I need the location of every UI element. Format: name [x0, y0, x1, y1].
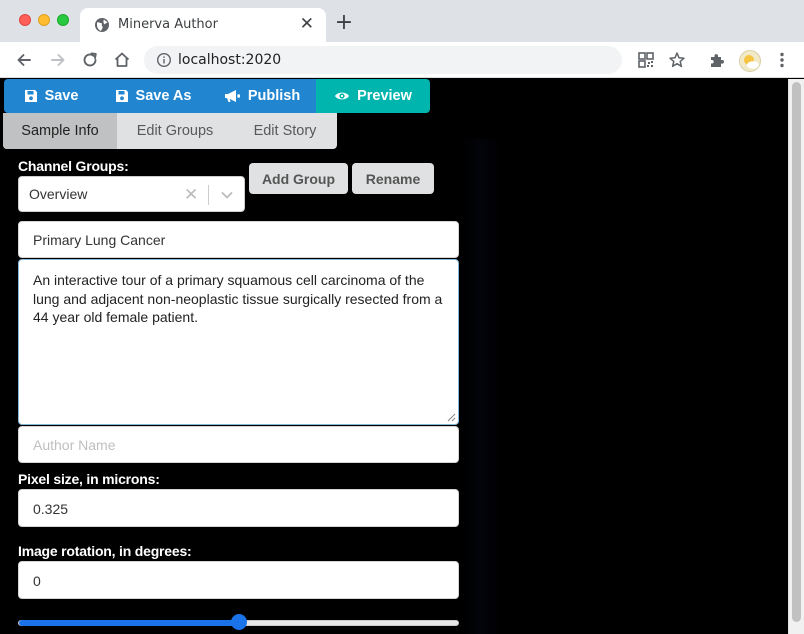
image-rotation-value: 0: [33, 573, 41, 589]
rotation-slider-thumb[interactable]: [230, 614, 247, 630]
globe-icon: [95, 18, 109, 32]
scrollbar-thumb[interactable]: [792, 82, 801, 622]
page-scrollbar[interactable]: [788, 79, 804, 634]
reload-icon[interactable]: [80, 50, 100, 70]
tab-edit-story[interactable]: Edit Story: [233, 113, 337, 149]
author-name-placeholder: Author Name: [33, 437, 116, 453]
star-icon[interactable]: [668, 51, 686, 69]
tab-title: Minerva Author: [118, 17, 218, 32]
rename-button[interactable]: Rename: [352, 163, 434, 194]
save-label: Save: [44, 88, 79, 104]
rotation-slider-fill: [19, 620, 240, 626]
save-button[interactable]: Save: [4, 79, 98, 113]
close-tab-icon[interactable]: ✕: [300, 14, 314, 34]
info-icon[interactable]: [156, 52, 172, 68]
browser-toolbar: localhost:2020: [0, 42, 804, 78]
pixel-size-input[interactable]: 0.325: [18, 489, 459, 527]
pixel-size-value: 0.325: [33, 501, 69, 517]
preview-button[interactable]: Preview: [316, 79, 430, 113]
sample-description-textarea[interactable]: An interactive tour of a primary squamou…: [18, 259, 459, 425]
window-close-button[interactable]: [19, 14, 31, 26]
selected-channel-group: Overview: [29, 186, 88, 202]
action-bar: Save Save As Publish Preview: [4, 79, 430, 113]
save-as-label: Save As: [135, 88, 192, 104]
eye-icon: [335, 92, 350, 100]
bullhorn-icon: [224, 90, 240, 102]
channel-groups-label: Channel Groups:: [18, 158, 129, 174]
minerva-author-app: Save Save As Publish Preview Sample Info…: [0, 79, 804, 634]
publish-label: Publish: [247, 88, 301, 104]
window-maximize-button[interactable]: [57, 14, 69, 26]
channel-group-select[interactable]: Overview ✕: [18, 176, 245, 212]
floppy-disk-icon: [115, 90, 128, 102]
save-as-button[interactable]: Save As: [98, 79, 208, 113]
tab-sample-info[interactable]: Sample Info: [3, 113, 117, 149]
profile-avatar[interactable]: [739, 50, 761, 72]
new-tab-icon[interactable]: +: [334, 10, 354, 35]
sample-title-input[interactable]: Primary Lung Cancer: [18, 221, 459, 258]
back-icon[interactable]: [14, 50, 34, 70]
preview-label: Preview: [357, 88, 412, 104]
window-minimize-button[interactable]: [38, 14, 50, 26]
add-group-button[interactable]: Add Group: [249, 163, 348, 194]
author-name-input[interactable]: Author Name: [18, 426, 459, 463]
extensions-icon[interactable]: [708, 51, 726, 69]
pixel-size-label: Pixel size, in microns:: [18, 471, 160, 487]
menu-icon[interactable]: [772, 51, 792, 69]
floppy-disk-icon: [24, 90, 37, 102]
image-rotation-label: Image rotation, in degrees:: [18, 543, 192, 559]
image-viewer[interactable]: [462, 139, 502, 634]
home-icon[interactable]: [112, 50, 132, 70]
address-bar[interactable]: localhost:2020: [144, 46, 622, 74]
qr-icon[interactable]: [637, 51, 655, 69]
editor-tabs: Sample Info Edit Groups Edit Story: [3, 113, 337, 149]
sample-title-value: Primary Lung Cancer: [33, 232, 166, 248]
tab-edit-groups[interactable]: Edit Groups: [117, 113, 233, 149]
publish-button[interactable]: Publish: [208, 79, 316, 113]
forward-icon[interactable]: [48, 50, 68, 70]
chevron-down-icon[interactable]: [220, 188, 234, 202]
select-separator: [208, 185, 209, 205]
browser-tab-strip: Minerva Author ✕ +: [0, 0, 804, 42]
sample-description-value: An interactive tour of a primary squamou…: [33, 272, 443, 325]
url-text: localhost:2020: [178, 52, 282, 68]
browser-tab[interactable]: Minerva Author ✕: [80, 8, 326, 42]
resize-handle-icon[interactable]: [447, 413, 456, 422]
clear-icon[interactable]: ✕: [184, 185, 198, 205]
image-rotation-input[interactable]: 0: [18, 561, 459, 599]
